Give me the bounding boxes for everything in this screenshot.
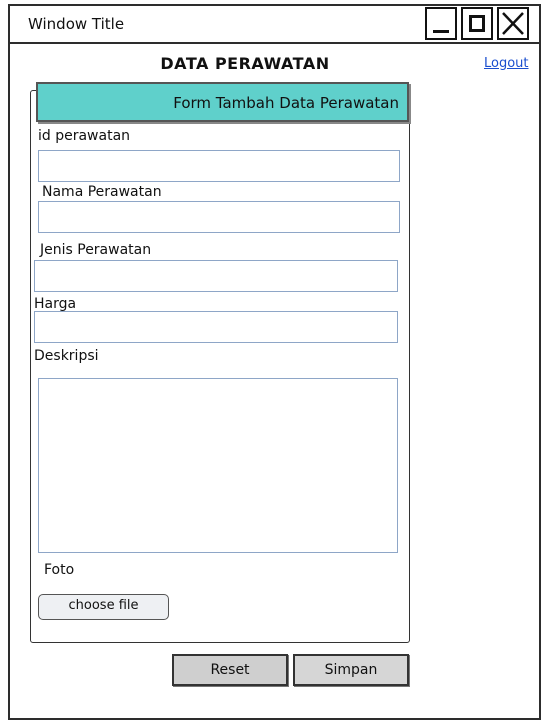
deskripsi-label: Deskripsi <box>34 348 99 364</box>
id-perawatan-input[interactable] <box>38 150 400 182</box>
choose-file-button[interactable]: choose file <box>38 594 169 620</box>
reset-button[interactable]: Reset <box>172 654 288 686</box>
minimize-icon[interactable] <box>425 7 457 40</box>
harga-input[interactable] <box>34 311 398 343</box>
window-title: Window Title <box>28 15 125 33</box>
jenis-perawatan-label: Jenis Perawatan <box>40 242 152 258</box>
form-header: Form Tambah Data Perawatan <box>36 82 409 122</box>
title-bar: Window Title <box>10 6 539 44</box>
jenis-perawatan-input[interactable] <box>34 260 398 292</box>
form-title: Form Tambah Data Perawatan <box>173 94 399 112</box>
nama-perawatan-input[interactable] <box>38 201 400 233</box>
app-window: Window Title DATA PERAWATAN Logout Form … <box>8 4 541 720</box>
simpan-button[interactable]: Simpan <box>293 654 409 686</box>
harga-label: Harga <box>34 296 77 312</box>
id-perawatan-label: id perawatan <box>38 128 131 144</box>
page-title: DATA PERAWATAN <box>160 54 330 73</box>
maximize-icon[interactable] <box>461 7 493 40</box>
close-icon[interactable] <box>497 7 529 40</box>
logout-link[interactable]: Logout <box>484 56 529 71</box>
nama-perawatan-label: Nama Perawatan <box>42 184 162 200</box>
foto-label: Foto <box>44 562 75 578</box>
deskripsi-textarea[interactable] <box>38 378 398 553</box>
